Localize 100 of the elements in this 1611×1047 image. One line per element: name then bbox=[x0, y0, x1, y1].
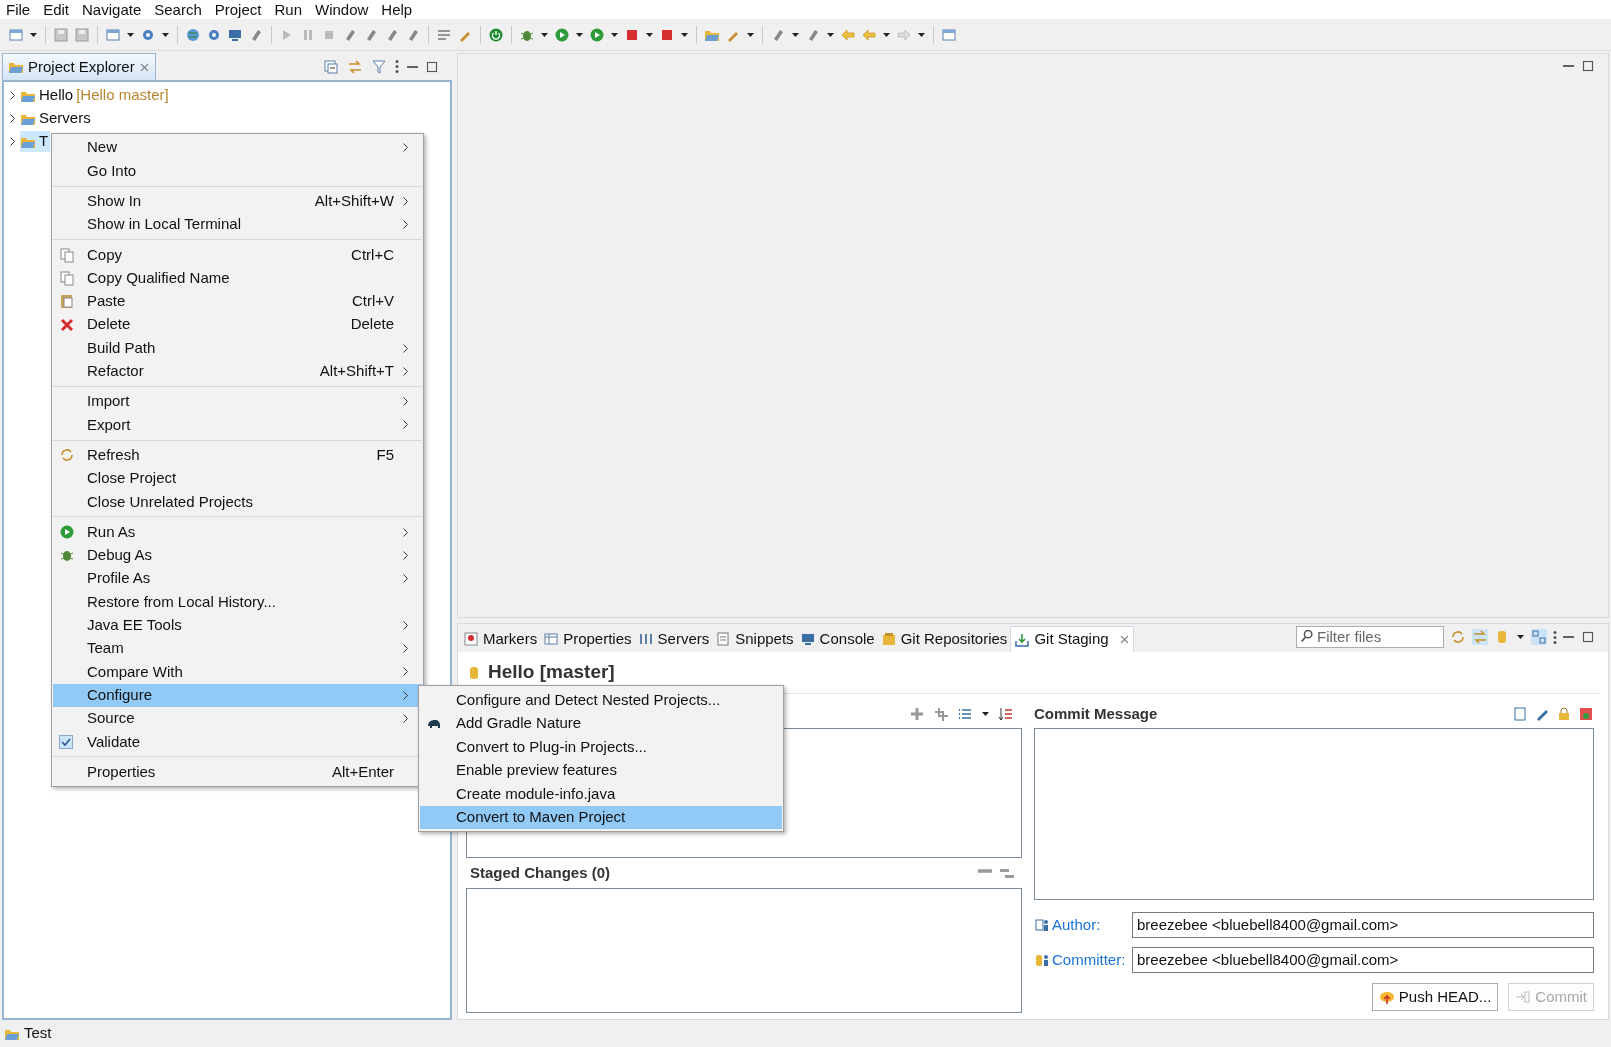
checkbox[interactable] bbox=[59, 734, 73, 749]
menu-item-label: Go Into bbox=[87, 160, 138, 181]
menu-item[interactable]: Restore from Local History... bbox=[53, 590, 422, 614]
menu-item-label: Properties bbox=[87, 761, 157, 782]
refresh-icon bbox=[1450, 629, 1466, 645]
menu-item[interactable]: Refactor Alt+Shift+T bbox=[53, 359, 422, 383]
menu-item-label: Profile As bbox=[87, 568, 152, 589]
menu-item-label: Show In bbox=[87, 191, 143, 211]
menu-item[interactable]: Enable preview features bbox=[420, 758, 782, 782]
menu-item[interactable]: Show in Local Terminal bbox=[53, 212, 422, 237]
menu-item[interactable]: Create module-info.java bbox=[420, 782, 782, 806]
run-icon bbox=[589, 26, 605, 43]
menu-item-label: Copy Qualified Name bbox=[87, 267, 231, 288]
panel-tab[interactable]: Markers bbox=[460, 626, 541, 652]
window-icon bbox=[8, 26, 24, 43]
panel-tab[interactable]: Servers bbox=[634, 626, 713, 652]
menu-item-label: Team bbox=[87, 638, 125, 659]
minimize-icon bbox=[407, 65, 418, 68]
close-icon bbox=[1118, 634, 1130, 645]
menu-item[interactable]: Refresh F5 bbox=[53, 443, 422, 467]
menu-item[interactable]: Profile As bbox=[53, 567, 422, 591]
person-icon bbox=[1034, 917, 1050, 933]
menu-item[interactable]: Close Project bbox=[53, 466, 422, 491]
servers-icon bbox=[637, 631, 654, 647]
menu-item[interactable]: Close Unrelated Projects bbox=[53, 490, 422, 514]
menu-item[interactable]: Validate bbox=[53, 730, 422, 754]
tree-item[interactable]: Hello [Hello master] bbox=[20, 85, 171, 106]
committer-field[interactable]: breezebee <bluebell8400@gmail.com> bbox=[1132, 947, 1594, 973]
plus-all-icon bbox=[933, 706, 949, 722]
menu-bar-item[interactable]: Edit bbox=[43, 0, 70, 19]
panel-tab[interactable]: Properties bbox=[540, 626, 635, 652]
menu-item[interactable]: Import bbox=[53, 389, 422, 414]
upload-icon bbox=[1378, 989, 1395, 1005]
sort-icon bbox=[998, 706, 1014, 722]
layout-icon bbox=[1531, 629, 1547, 645]
filter-icon bbox=[371, 58, 387, 75]
menu-item[interactable]: Go Into bbox=[53, 159, 422, 183]
menu-item[interactable]: Delete Delete bbox=[53, 313, 422, 337]
menu-bar-item[interactable]: Navigate bbox=[82, 0, 142, 19]
menu-item-label: Compare With bbox=[87, 661, 184, 682]
menu-item[interactable]: Run As bbox=[53, 520, 422, 544]
table-icon bbox=[543, 631, 560, 647]
chevron-right-icon bbox=[10, 91, 15, 100]
menu-item[interactable]: Team bbox=[53, 636, 422, 661]
menu-item-label: Validate bbox=[87, 731, 142, 752]
shortcut-label: Alt+Shift+T bbox=[319, 361, 394, 382]
panel-tab[interactable]: Git Staging bbox=[1010, 626, 1134, 652]
menu-item[interactable]: Copy Ctrl+C bbox=[53, 243, 422, 267]
chevron-right-icon bbox=[10, 137, 15, 146]
menu-item[interactable]: Export bbox=[53, 413, 422, 437]
dropdown-icon bbox=[127, 32, 134, 37]
menu-item[interactable]: Add Gradle Nature bbox=[420, 711, 782, 735]
menu-item-label: New bbox=[87, 137, 118, 158]
menu-bar-item[interactable]: Search bbox=[154, 0, 202, 19]
save-icon bbox=[53, 26, 69, 43]
dropdown-icon bbox=[792, 32, 799, 37]
filter-field[interactable]: Filter files bbox=[1296, 626, 1444, 649]
author-field[interactable]: breezebee <bluebell8400@gmail.com> bbox=[1132, 912, 1594, 938]
commit-message-field[interactable] bbox=[1034, 728, 1594, 900]
panel-tab[interactable]: Snippets bbox=[712, 626, 797, 652]
menu-item[interactable]: Properties Alt+Enter bbox=[53, 760, 422, 784]
copy-icon bbox=[59, 270, 75, 287]
menu-item[interactable]: Configure and Detect Nested Projects... bbox=[420, 688, 782, 712]
menu-item[interactable]: Convert to Maven Project bbox=[420, 805, 782, 829]
menu-item[interactable]: Paste Ctrl+V bbox=[53, 289, 422, 314]
menu-item[interactable]: Build Path bbox=[53, 336, 422, 360]
menu-item[interactable]: Show In Alt+Shift+W bbox=[53, 189, 422, 213]
menu-item[interactable]: Convert to Plug-in Projects... bbox=[420, 735, 782, 759]
shortcut-label: Ctrl+V bbox=[351, 291, 394, 312]
menu-bar-item[interactable]: Help bbox=[381, 0, 413, 19]
menu-item[interactable]: Copy Qualified Name bbox=[53, 266, 422, 290]
panel-tab[interactable]: Console bbox=[796, 626, 878, 652]
push-button[interactable]: Push HEAD... bbox=[1371, 983, 1499, 1011]
menu-item[interactable]: Compare With bbox=[53, 660, 422, 684]
repository-title: Hello [master] bbox=[488, 660, 615, 685]
clipboard-icon bbox=[59, 293, 75, 310]
project-explorer-tab[interactable]: Project Explorer bbox=[2, 53, 156, 80]
list-icon bbox=[957, 706, 973, 722]
search-icon bbox=[1301, 630, 1313, 642]
menu-bar-item[interactable]: Project bbox=[214, 0, 262, 19]
menu-item-label: Configure bbox=[87, 684, 154, 705]
menu-bar-item[interactable]: Run bbox=[274, 0, 302, 19]
lock-icon bbox=[1556, 706, 1572, 722]
tree-item[interactable]: T bbox=[20, 131, 51, 152]
menu-bar-item[interactable]: File bbox=[6, 0, 31, 19]
more-icon bbox=[1553, 630, 1557, 644]
minimize-icon bbox=[1563, 636, 1574, 638]
menu-bar-item[interactable]: Window bbox=[315, 0, 369, 19]
menu-item[interactable]: Java EE Tools bbox=[53, 613, 422, 637]
menu-item[interactable]: Configure bbox=[53, 683, 422, 707]
committer-label: Committer: bbox=[1052, 949, 1126, 970]
menu-item[interactable]: Source bbox=[53, 706, 422, 731]
dropdown-icon bbox=[681, 32, 688, 37]
tree-item[interactable]: Servers bbox=[20, 108, 93, 129]
dropdown-icon bbox=[982, 712, 989, 716]
run-icon bbox=[554, 26, 570, 43]
menu-item[interactable]: Debug As bbox=[53, 543, 422, 568]
menu-item-label: Source bbox=[87, 708, 136, 729]
panel-tab[interactable]: Git Repositories bbox=[877, 626, 1011, 652]
menu-item[interactable]: New bbox=[53, 136, 422, 160]
